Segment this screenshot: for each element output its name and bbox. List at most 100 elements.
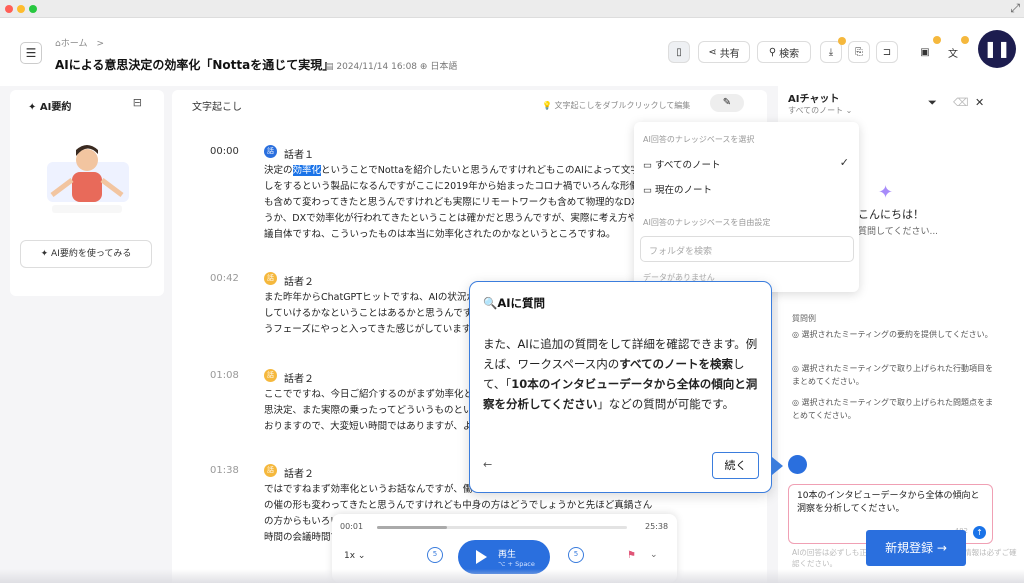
ai-summary-title: ✦ AI要約 — [28, 98, 71, 113]
knowledge-base-dropdown: AI回答のナレッジベースを選択 ▭ すべてのノート ✓ ▭ 現在のノート AI回… — [634, 122, 859, 292]
speaker-name[interactable]: 話者２ — [284, 465, 314, 480]
speaker-name[interactable]: 話者２ — [284, 273, 314, 288]
translate-button[interactable]: 文 — [942, 36, 969, 63]
bulb-icon: ◎ — [792, 398, 802, 407]
progress-bar[interactable] — [377, 526, 627, 529]
edit-hint: 💡 文字起こしをダブルクリックして編集 — [542, 101, 691, 110]
notes-toggle-button[interactable]: ▯ — [668, 41, 690, 63]
example-text: 選択されたミーティングで取り上げられた問題点をまとめてください。 — [792, 398, 994, 420]
folder-icon: ▭ — [643, 185, 655, 196]
notebook-selector[interactable]: すべてのノート ⌄ — [788, 105, 852, 116]
tooltip-title: 🔍AIに質問 — [483, 296, 545, 310]
segment-text[interactable]: 決定の効率化ということでNottaを紹介したいと思うんですけれどもこのAIによっ… — [264, 163, 659, 258]
clear-icon[interactable]: ⌫ — [953, 96, 969, 109]
total-time: 25:38 — [645, 522, 669, 531]
example-question[interactable]: ◎ 選択されたミーティングで取り上げられた問題点をまとめてください。 — [792, 396, 997, 422]
segment-text-body: ということでNottaを紹介したいと思うんですけれどもこのAIによって文字起こし… — [264, 165, 659, 240]
edit-toggle[interactable]: ✎ — [710, 94, 744, 112]
forward-icon[interactable]: 5 — [568, 547, 584, 563]
speaker-avatar: 話 — [264, 272, 277, 285]
sparkle-icon: ✦ — [878, 182, 894, 203]
zoom-dot[interactable] — [29, 5, 37, 13]
menu-button[interactable]: ☰ — [20, 42, 42, 64]
ai-summary-panel: ✦ AI要約 ⊟ ✦ AI要約を使ってみる — [10, 90, 164, 296]
speed-selector[interactable]: 1x ⌄ — [344, 551, 365, 561]
download-icon: ⤓ — [828, 46, 834, 58]
segment-time[interactable]: 01:08 — [210, 370, 239, 381]
rewind-icon[interactable]: 5 — [427, 547, 443, 563]
person-illustration — [47, 145, 129, 213]
pencil-icon: ✎ — [722, 97, 732, 108]
kb-option-label: すべてのノート — [655, 160, 721, 171]
bulb-icon: ◎ — [792, 330, 802, 339]
play-label: 再生 — [498, 550, 517, 560]
download-button[interactable]: ⤓ — [820, 37, 846, 63]
pause-icon: ❚❚ — [983, 39, 1011, 58]
hotspot-indicator[interactable] — [788, 455, 807, 474]
tooltip-next-button[interactable]: 続く — [712, 452, 759, 479]
chat-input-text: 10本のインタビューデータから全体の傾向と洞察を分析してください。 — [797, 491, 980, 514]
header: ☰ ⌂ホーム > AIによる意思決定の効率化「Nottaを通じて実現」 ▤ 20… — [0, 18, 1024, 86]
clipboard-button[interactable]: ▣ — [914, 36, 941, 63]
examples-header: 質問例 — [792, 314, 816, 323]
search-button[interactable]: ⚲ 検索 — [757, 41, 811, 63]
kb-option-label: 現在のノート — [655, 185, 713, 196]
segment-time[interactable]: 00:42 — [210, 273, 239, 284]
close-dot[interactable] — [5, 5, 13, 13]
bookmark-icon[interactable]: ⚑ — [627, 550, 636, 561]
speaker-name[interactable]: 話者１ — [284, 146, 314, 161]
collapse-panel-icon[interactable]: ⊟ — [133, 96, 142, 109]
minimize-dot[interactable] — [17, 5, 25, 13]
chevron-down-icon[interactable]: ⌄ — [650, 550, 658, 560]
folder-icon: ⊐ — [882, 46, 892, 58]
bottom-fade — [0, 569, 1024, 583]
send-icon[interactable]: ↑ — [973, 526, 986, 539]
sparkle-icon: ✦ — [40, 249, 52, 259]
segment-time[interactable]: 00:00 — [210, 146, 239, 157]
current-time: 00:01 — [340, 522, 364, 531]
breadcrumb[interactable]: ⌂ホーム > — [55, 36, 104, 49]
window-titlebar: ⤢ — [0, 0, 1024, 18]
example-text: 選択されたミーティングで取り上げられた行動項目をまとめてください。 — [792, 364, 994, 386]
example-question[interactable]: ◎ 選択されたミーティングの要約を提供してください。 — [792, 328, 997, 341]
export-icon: ⎘ — [855, 46, 863, 58]
share-button[interactable]: ⋖ 共有 — [698, 41, 750, 63]
tooltip-back-button[interactable]: ← — [483, 458, 492, 471]
folder-button[interactable]: ⊐ — [876, 41, 898, 63]
speaker-name[interactable]: 話者２ — [284, 370, 314, 385]
expand-icon[interactable]: ⤢ — [1010, 1, 1020, 16]
folder-icon: ▭ — [643, 160, 655, 171]
try-ai-summary-button[interactable]: ✦ AI要約を使ってみる — [20, 240, 152, 268]
example-text: 選択されたミーティングの要約を提供してください。 — [801, 330, 993, 339]
example-question[interactable]: ◎ 選択されたミーティングで取り上げられた行動項目をまとめてください。 — [792, 362, 997, 388]
play-shortcut: ⌥ + Space — [498, 560, 535, 568]
kb-option-all-notes[interactable]: ▭ すべてのノート — [643, 157, 720, 171]
signup-button[interactable]: 新規登録 → — [866, 530, 966, 566]
segment-time[interactable]: 01:38 — [210, 465, 239, 476]
bulb-icon: ◎ — [792, 364, 802, 373]
ask-prompt: 質問してください... — [858, 227, 939, 237]
share-label: 共有 — [719, 48, 740, 60]
export-button[interactable]: ⎘ — [848, 41, 870, 63]
segment-text-pre: 決定の — [264, 165, 293, 176]
kb-option-current-note[interactable]: ▭ 現在のノート — [643, 182, 712, 196]
speaker-avatar: 話 — [264, 369, 277, 382]
transcript-title: 文字起こし — [192, 102, 242, 113]
check-icon: ✓ — [839, 156, 849, 169]
try-ai-summary-label: AI要約を使ってみる — [51, 249, 132, 259]
note-icon: ▯ — [676, 46, 682, 58]
play-icon — [476, 550, 487, 564]
date-label: ▤ 2024/11/14 16:08 — [325, 62, 418, 72]
highlighted-word[interactable]: 効率化 — [292, 165, 322, 176]
ai-summary-title-text: AI要約 — [39, 102, 72, 113]
clipboard-icon: ▣ — [920, 46, 930, 58]
ai-chat-title: AIチャット — [788, 94, 840, 105]
folder-search-input[interactable]: フォルダを検索 — [640, 236, 854, 262]
language-label[interactable]: ⊕ 日本語 — [420, 62, 457, 72]
progress-fill — [377, 526, 447, 529]
tooltip-body: また、AIに追加の質問をして詳細を確認できます。例えば、ワークスペース内のすべて… — [483, 334, 763, 414]
close-icon[interactable]: ✕ — [975, 96, 984, 109]
page-title: AIによる意思決定の効率化「Nottaを通じて実現」 — [55, 58, 335, 72]
pause-recording-button[interactable]: ❚❚ — [978, 30, 1016, 68]
filter-icon[interactable]: ⏷ — [928, 96, 937, 110]
